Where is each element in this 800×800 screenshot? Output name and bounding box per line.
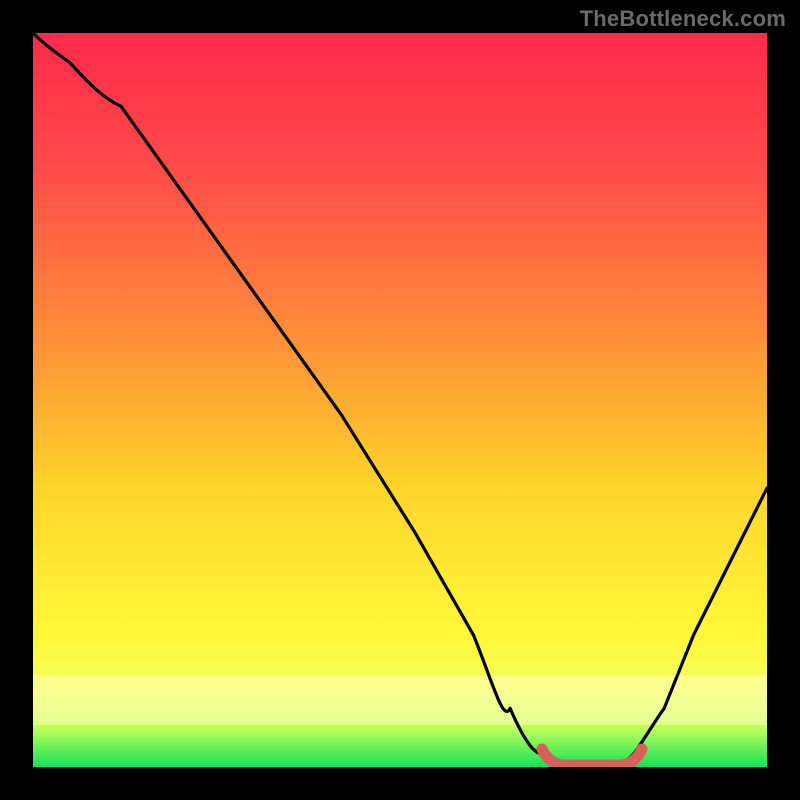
plot-area <box>33 33 767 767</box>
gradient-background <box>33 33 767 767</box>
chart-frame: TheBottleneck.com <box>0 0 800 800</box>
watermark-text: TheBottleneck.com <box>580 6 786 32</box>
chart-svg <box>33 33 767 767</box>
